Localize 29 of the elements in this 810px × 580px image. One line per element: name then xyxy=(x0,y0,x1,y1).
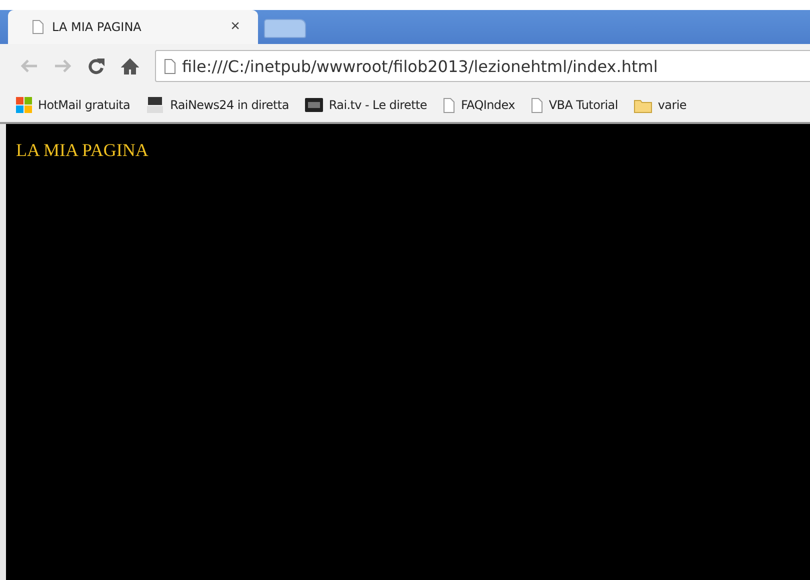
url-text: file:///C:/inetpub/wwwroot/filob2013/lezionehtml/index.html xyxy=(182,56,658,76)
reload-icon[interactable] xyxy=(88,58,105,74)
tab-title: LA MIA PAGINA xyxy=(52,20,142,34)
page-icon xyxy=(530,98,543,112)
bookmark[interactable]: Rai.tv - Le dirette xyxy=(304,97,427,113)
page-icon xyxy=(32,20,44,34)
bookmark[interactable]: RaiNews24 in diretta xyxy=(146,97,289,113)
bookmark[interactable]: HotMail gratuita xyxy=(16,97,130,113)
bookmark-label: Rai.tv - Le dirette xyxy=(328,98,427,112)
bookmark[interactable]: varie xyxy=(634,98,686,112)
page-icon xyxy=(164,58,176,74)
windows-logo-icon xyxy=(16,97,32,113)
close-tab-button[interactable]: × xyxy=(226,18,244,36)
page-icon xyxy=(443,98,455,112)
folder-icon xyxy=(634,98,652,112)
home-icon[interactable] xyxy=(121,58,139,74)
new-tab-button[interactable] xyxy=(264,19,306,38)
bookmark-label: HotMail gratuita xyxy=(38,98,130,112)
page-heading: LA MIA PAGINA xyxy=(16,140,148,161)
bookmark[interactable]: FAQIndex xyxy=(443,98,515,112)
bookmark[interactable]: VBA Tutorial xyxy=(530,98,618,112)
bookmark-label: FAQIndex xyxy=(461,98,515,112)
bookmark-label: RaiNews24 in diretta xyxy=(170,98,289,112)
news-logo-icon xyxy=(146,97,164,113)
tv-logo-icon xyxy=(304,97,323,113)
bookmark-label: varie xyxy=(658,98,686,112)
browser-tab[interactable]: LA MIA PAGINA × xyxy=(8,10,258,44)
bookmark-label: VBA Tutorial xyxy=(548,98,618,112)
address-bar[interactable]: file:///C:/inetpub/wwwroot/filob2013/lezionehtml/index.html xyxy=(155,50,810,82)
